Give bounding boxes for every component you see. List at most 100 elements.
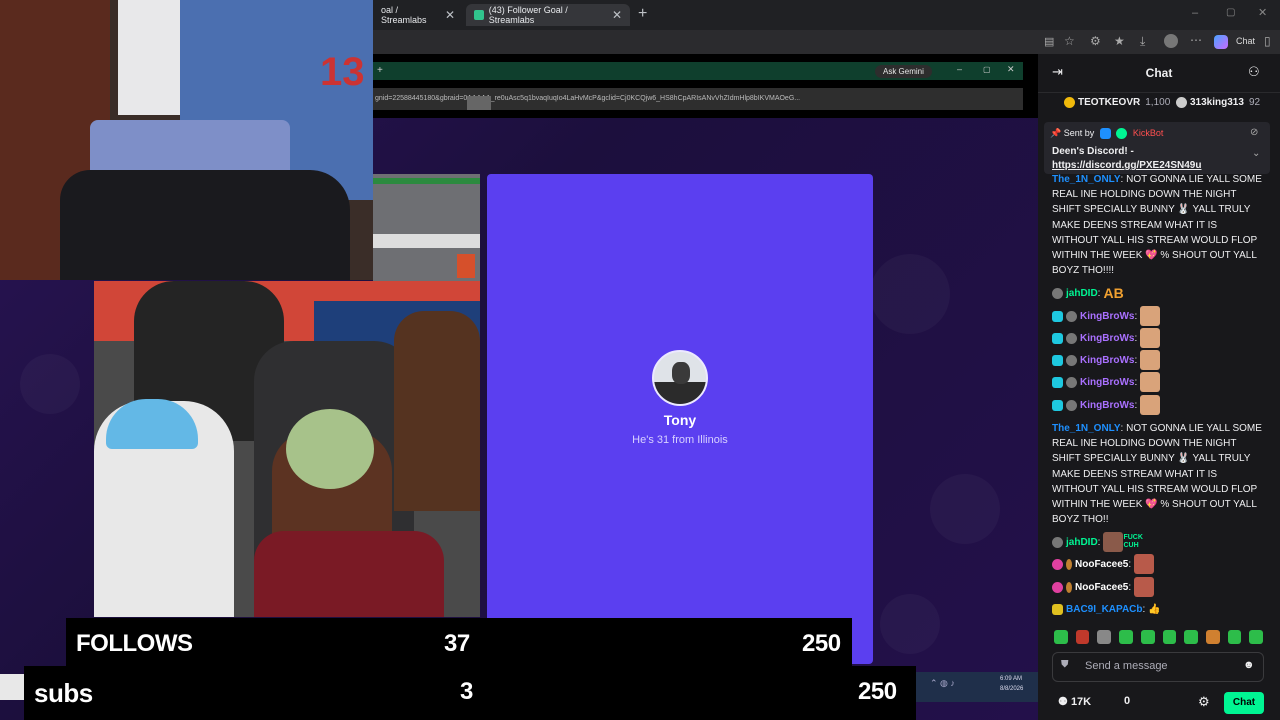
collections-icon[interactable]: ★ (1114, 34, 1125, 48)
chat-username: KingBroWs (1080, 354, 1135, 366)
user-badge (1066, 332, 1077, 344)
tab-label: oal / Streamlabs (381, 5, 427, 25)
profile-avatar[interactable] (1164, 34, 1178, 48)
users-icon[interactable]: ⚇ (1248, 64, 1260, 80)
chat-username: KingBroWs (1080, 332, 1135, 344)
emote-image (1140, 328, 1161, 348)
coin-icon (1064, 96, 1075, 108)
taskbar-fragment-left (0, 674, 24, 700)
settings-gear-icon[interactable]: ⚙ (1198, 694, 1210, 710)
chat-message: jahDID: FUCK CUH (1052, 532, 1147, 552)
sub-badge (1052, 376, 1063, 388)
sub-badge (1052, 603, 1063, 615)
new-tab-icon[interactable]: + (638, 5, 647, 23)
viewers-icon: ⚉ (1058, 696, 1068, 708)
emote-image (1140, 372, 1161, 392)
chat-panel: ⇥ Chat ⚇ TEOTKEOVR 1,100 313king313 92 📌… (1038, 54, 1280, 720)
subs-goal-bar: subs 3 250 (24, 666, 916, 720)
chat-username: NooFacee5 (1075, 558, 1129, 570)
emote-image (1140, 395, 1161, 415)
restore-icon[interactable]: ▢ (1226, 7, 1235, 18)
chat-message: KingBroWs: (1052, 395, 1161, 415)
viewer-count: ⚉ 17K (1058, 695, 1091, 708)
pin-icon: 📌 (1050, 128, 1062, 138)
chat-message: The_1N_ONLY: NOT GONNA LIE YALL SOME REA… (1052, 172, 1264, 278)
emote-quickbar[interactable] (1054, 630, 1266, 646)
main-video-feed (94, 281, 480, 617)
pinned-text: Deen's Discord! - (1052, 146, 1134, 157)
leaderboard-item[interactable]: 313king313 92 (1176, 92, 1260, 112)
chat-input-placeholder: Send a message (1085, 660, 1168, 672)
sub-badge (1052, 354, 1063, 366)
minimize-icon[interactable]: – (1192, 7, 1198, 19)
chat-username: The_1N_ONLY (1052, 174, 1121, 185)
tab-streamlabs[interactable]: oal / Streamlabs ✕ (373, 4, 463, 26)
more-icon[interactable]: ⋯ (1190, 33, 1202, 47)
chat-message: KingBroWs: (1052, 372, 1161, 392)
emote-image (1134, 577, 1155, 597)
tab-follower-goal[interactable]: (43) Follower Goal / Streamlabs ✕ (466, 4, 630, 26)
emote-image (1103, 532, 1124, 552)
pinned-link[interactable]: https://discord.gg/PXE24SN49u (1052, 160, 1201, 171)
chat-message: jahDID: AB (1052, 283, 1124, 303)
close-icon[interactable]: ✕ (445, 8, 455, 22)
chat-text: : NOT GONNA LIE YALL SOME REAL INE HOLDI… (1052, 423, 1262, 526)
restore-icon: ▢ (983, 65, 991, 74)
follows-goal-bar: FOLLOWS 37 250 (66, 618, 852, 666)
chat-username: KingBroWs (1080, 399, 1135, 411)
small-thumbnail (467, 96, 491, 110)
thumbs-emoji: 👍 (1148, 603, 1161, 615)
viewers-value: 17K (1070, 696, 1092, 708)
chat-username: jahDID (1066, 536, 1098, 548)
subs-label: subs (34, 678, 93, 708)
chat-message: NooFacee5: (1052, 554, 1155, 574)
leader-name: 313king313 (1190, 96, 1244, 108)
user-badge (1052, 536, 1063, 548)
emote-image (1140, 350, 1161, 370)
new-tab-icon: + (377, 65, 383, 76)
chat-message-input[interactable]: ⛊ Send a message ☻ (1052, 652, 1264, 682)
webcam-feed: 13 (0, 0, 373, 280)
sidebar-toggle-icon[interactable]: ▯ (1264, 34, 1271, 48)
bot-badge (1099, 128, 1111, 140)
copilot-icon[interactable] (1214, 35, 1228, 49)
card-description: He's 31 from Illinois (632, 434, 728, 446)
user-badge (1066, 354, 1077, 366)
close-icon[interactable]: ✕ (612, 8, 622, 22)
emoji-icon[interactable]: ☻ (1243, 659, 1255, 671)
chevron-down-icon[interactable]: ⌄ (1252, 148, 1260, 159)
emote-image (1134, 554, 1155, 574)
follows-target: 250 (802, 630, 841, 657)
reader-icon[interactable]: ▤ (1044, 35, 1054, 48)
leader-score: 92 (1248, 96, 1261, 108)
extensions-icon[interactable]: ⚙ (1090, 34, 1101, 48)
sub-badge (1052, 310, 1063, 322)
pin-header: 📌 Sent by KickBot (1050, 128, 1164, 140)
close-window-icon[interactable]: ✕ (1258, 6, 1267, 19)
leaderboard-item[interactable]: TEOTKEOVR 1,100 (1064, 92, 1170, 112)
send-chat-button[interactable]: Chat (1224, 692, 1264, 714)
chat-message: KingBroWs: (1052, 350, 1161, 370)
user-badge (1066, 558, 1072, 570)
user-badge (1066, 310, 1077, 322)
chat-username: jahDID (1066, 287, 1098, 299)
chat-message: BAC9I_KAPACb: 👍 (1052, 599, 1161, 619)
download-icon[interactable]: ⤓ (1140, 34, 1145, 49)
points-count: 0 (1124, 695, 1131, 707)
chat-username: NooFacee5 (1075, 581, 1129, 593)
sub-badge (1052, 581, 1063, 593)
unpin-icon[interactable]: ⊘ (1250, 127, 1258, 138)
chat-username: The_1N_ONLY (1052, 423, 1121, 434)
emote-image (1140, 306, 1161, 326)
close-icon: ✕ (1007, 64, 1015, 74)
sub-badge (1052, 332, 1063, 344)
subs-target: 250 (858, 678, 897, 705)
leader-score: 1,100 (1145, 96, 1171, 108)
bot-name: KickBot (1132, 128, 1164, 138)
card-name: Tony (663, 412, 697, 428)
favorite-icon[interactable]: ☆ (1064, 34, 1075, 48)
shield-icon: ⛊ (1061, 659, 1069, 670)
pinned-message[interactable]: 📌 Sent by KickBot ⊘ Deen's Discord! - ht… (1044, 122, 1270, 174)
chat-button[interactable]: Chat (1236, 36, 1255, 46)
sub-badge (1052, 399, 1063, 411)
